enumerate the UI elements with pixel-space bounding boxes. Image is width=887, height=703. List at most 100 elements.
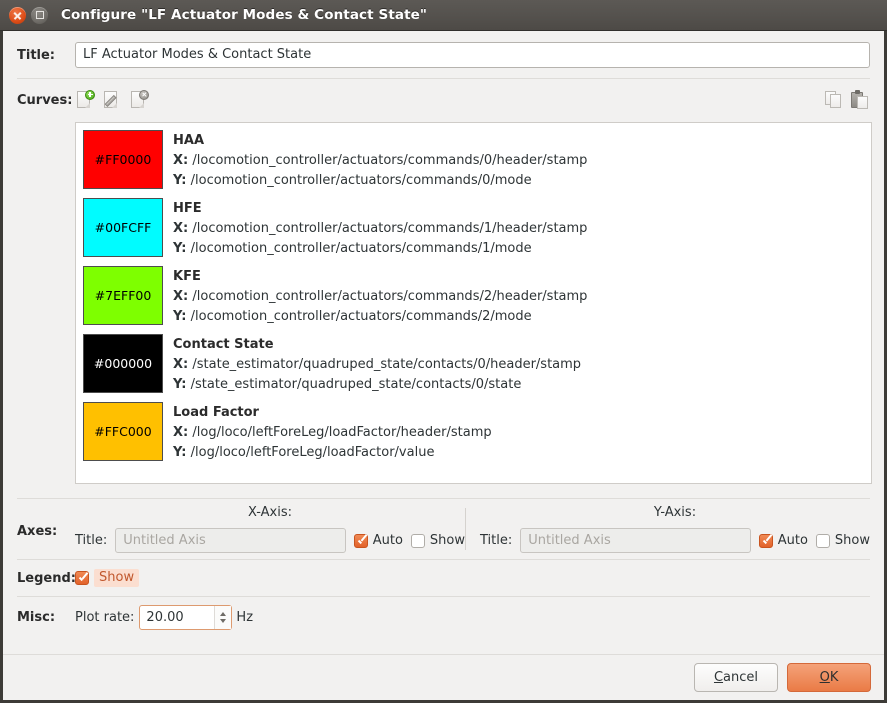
plot-title-input[interactable]: LF Actuator Modes & Contact State xyxy=(75,42,870,68)
ok-mnemonic: O xyxy=(820,670,830,685)
curve-y-row: Y: /state_estimator/quadruped_state/cont… xyxy=(173,375,581,395)
legend-label: Legend: xyxy=(17,571,75,586)
curve-color-swatch[interactable]: #FF0000 xyxy=(83,130,163,189)
curve-y-row: Y: /locomotion_controller/actuators/comm… xyxy=(173,239,587,259)
curve-color-label: #FFC000 xyxy=(94,424,151,439)
curve-y-prefix: Y: xyxy=(173,173,186,188)
curve-name: Contact State xyxy=(173,335,581,355)
axes-row: Axes: X-Axis: Title: Untitled Axis Auto … xyxy=(3,499,884,559)
curve-y-path: /state_estimator/quadruped_state/contact… xyxy=(191,377,522,392)
curve-y-path: /locomotion_controller/actuators/command… xyxy=(191,173,532,188)
x-axis-title-input[interactable]: Untitled Axis xyxy=(115,528,345,553)
x-axis-show-checkbox[interactable]: Show xyxy=(411,533,465,548)
checkmark-icon xyxy=(759,534,773,548)
curve-y-prefix: Y: xyxy=(173,445,186,460)
x-axis-auto-checkbox[interactable]: Auto xyxy=(354,533,403,548)
delete-curve-icon[interactable] xyxy=(129,90,149,111)
curve-x-row: X: /locomotion_controller/actuators/comm… xyxy=(173,219,587,239)
title-bar: Configure "LF Actuator Modes & Contact S… xyxy=(0,0,887,31)
y-axis-title-label: Title: xyxy=(480,533,512,548)
new-curve-icon[interactable] xyxy=(75,90,95,111)
curve-info: Load Factor X: /log/loco/leftForeLeg/loa… xyxy=(173,402,492,463)
curve-y-path: /locomotion_controller/actuators/command… xyxy=(191,241,532,256)
spinner-down-icon[interactable] xyxy=(220,619,226,623)
y-axis-controls: Title: Untitled Axis Auto Show xyxy=(480,528,870,553)
cancel-mnemonic: C xyxy=(714,670,723,685)
curve-color-swatch[interactable]: #FFC000 xyxy=(83,402,163,461)
curve-y-prefix: Y: xyxy=(173,309,186,324)
spinner-up-icon[interactable] xyxy=(220,612,226,616)
y-axis-caption: Y-Axis: xyxy=(480,505,870,528)
checkmark-icon xyxy=(354,534,368,548)
edit-curve-icon[interactable] xyxy=(102,90,122,111)
misc-label: Misc: xyxy=(17,610,75,625)
x-axis-title-label: Title: xyxy=(75,533,107,548)
curve-name: KFE xyxy=(173,267,587,287)
x-axis-controls: Title: Untitled Axis Auto Show xyxy=(75,528,465,553)
curve-x-path: /log/loco/leftForeLeg/loadFactor/header/… xyxy=(192,425,491,440)
ok-button[interactable]: OK xyxy=(787,663,871,692)
curve-color-label: #FF0000 xyxy=(95,152,152,167)
curve-y-row: Y: /log/loco/leftForeLeg/loadFactor/valu… xyxy=(173,443,492,463)
plot-rate-spinbox[interactable]: 20.00 xyxy=(139,605,232,630)
axes-label: Axes: xyxy=(17,499,75,559)
paste-icon[interactable] xyxy=(850,90,870,111)
curves-toolbar-right xyxy=(824,90,870,111)
legend-show-label: Show xyxy=(94,569,139,587)
curve-x-path: /locomotion_controller/actuators/command… xyxy=(192,289,587,304)
curve-info: Contact State X: /state_estimator/quadru… xyxy=(173,334,581,395)
maximize-icon[interactable] xyxy=(31,7,48,24)
ok-label: K xyxy=(830,670,839,685)
window-title: Configure "LF Actuator Modes & Contact S… xyxy=(61,7,427,23)
copy-icon[interactable] xyxy=(824,90,844,111)
plot-rate-unit: Hz xyxy=(236,610,253,625)
y-axis-block: Y-Axis: Title: Untitled Axis Auto Show xyxy=(466,499,870,559)
checkbox-empty-icon xyxy=(411,534,425,548)
curve-color-swatch[interactable]: #00FCFF xyxy=(83,198,163,257)
y-axis-show-label: Show xyxy=(835,533,870,548)
curve-x-prefix: X: xyxy=(173,425,188,440)
curve-name: HAA xyxy=(173,131,587,151)
y-axis-auto-checkbox[interactable]: Auto xyxy=(759,533,808,548)
plot-rate-label: Plot rate: xyxy=(75,610,134,625)
curve-x-prefix: X: xyxy=(173,221,188,236)
curve-list-item[interactable]: #000000 Contact State X: /state_estimato… xyxy=(76,327,871,395)
configure-plot-dialog: Configure "LF Actuator Modes & Contact S… xyxy=(0,0,887,703)
curve-color-label: #000000 xyxy=(94,356,152,371)
y-axis-title-input[interactable]: Untitled Axis xyxy=(520,528,750,553)
y-axis-show-checkbox[interactable]: Show xyxy=(816,533,870,548)
x-axis-caption: X-Axis: xyxy=(75,505,465,528)
dialog-footer: Cancel OK xyxy=(3,654,884,700)
plot-rate-value[interactable]: 20.00 xyxy=(140,606,214,629)
curve-x-path: /locomotion_controller/actuators/command… xyxy=(192,153,587,168)
curve-color-swatch[interactable]: #7EFF00 xyxy=(83,266,163,325)
x-axis-show-label: Show xyxy=(430,533,465,548)
title-row: Title: LF Actuator Modes & Contact State xyxy=(3,31,884,78)
curve-x-path: /state_estimator/quadruped_state/contact… xyxy=(192,357,581,372)
curve-list-item[interactable]: #00FCFF HFE X: /locomotion_controller/ac… xyxy=(76,191,871,259)
curves-label: Curves: xyxy=(17,93,75,108)
title-label: Title: xyxy=(17,48,75,63)
y-axis-auto-label: Auto xyxy=(778,533,808,548)
spinner-arrows[interactable] xyxy=(214,606,231,629)
curve-info: HAA X: /locomotion_controller/actuators/… xyxy=(173,130,587,191)
curve-list-item[interactable]: #FF0000 HAA X: /locomotion_controller/ac… xyxy=(76,123,871,191)
curve-x-row: X: /log/loco/leftForeLeg/loadFactor/head… xyxy=(173,423,492,443)
curve-list-item[interactable]: #FFC000 Load Factor X: /log/loco/leftFor… xyxy=(76,395,871,463)
curve-x-row: X: /state_estimator/quadruped_state/cont… xyxy=(173,355,581,375)
curve-x-row: X: /locomotion_controller/actuators/comm… xyxy=(173,287,587,307)
legend-row: Legend: Show xyxy=(3,560,884,596)
legend-show-checkbox[interactable]: Show xyxy=(75,569,139,587)
cancel-button[interactable]: Cancel xyxy=(694,663,778,692)
curve-y-path: /log/loco/leftForeLeg/loadFactor/value xyxy=(191,445,435,460)
curve-color-swatch[interactable]: #000000 xyxy=(83,334,163,393)
curve-list[interactable]: #FF0000 HAA X: /locomotion_controller/ac… xyxy=(75,122,872,484)
curve-list-item[interactable]: #7EFF00 KFE X: /locomotion_controller/ac… xyxy=(76,259,871,327)
curve-y-row: Y: /locomotion_controller/actuators/comm… xyxy=(173,307,587,327)
curve-color-label: #7EFF00 xyxy=(95,288,152,303)
curve-name: HFE xyxy=(173,199,587,219)
x-axis-block: X-Axis: Title: Untitled Axis Auto Show xyxy=(75,499,465,559)
curve-y-row: Y: /locomotion_controller/actuators/comm… xyxy=(173,171,587,191)
close-icon[interactable] xyxy=(9,7,26,24)
curve-x-prefix: X: xyxy=(173,357,188,372)
